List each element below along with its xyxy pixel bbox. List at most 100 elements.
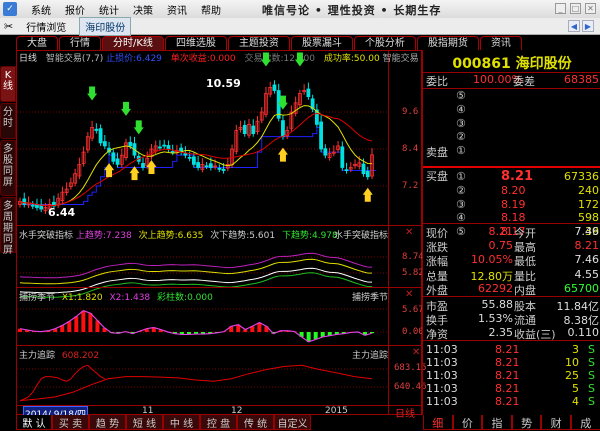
next-upper-trend: 次上趋势:6.635 [139,231,204,241]
period-switch[interactable]: 日线 [395,405,415,420]
candle [222,169,225,170]
tick-price: 8.21 [495,356,520,369]
bid-volume: 67336 [564,170,599,183]
candle [197,163,200,168]
tick-volume: 10 [565,356,579,369]
candle [281,121,284,137]
level-number: ② [456,130,466,143]
sell-signal-icon [261,53,271,67]
buy-level[interactable]: ③8.19172 [423,198,600,212]
fundamental-row: 换手1.53%流通8.38亿 [423,312,600,326]
sell-level: ⑤ [423,89,600,103]
tick-time: 11:03 [426,356,458,369]
quote-tab[interactable]: 成 [571,415,600,430]
season-bar [74,316,78,332]
weicha-label: 委差 [513,73,535,89]
quote-tab[interactable]: 势 [512,415,542,430]
tab-control[interactable]: 控 盘 [200,415,237,430]
fundamental-row: 市盈55.88股本11.84亿 [423,298,600,312]
stat-value: 0.75 [489,239,514,252]
tick-volume: 5 [572,382,579,395]
candle [209,164,212,168]
trend-panel-header: 水手突破指标 上趋势:7.238 次上趋势:6.635 次下趋势:5.601 下… [19,228,338,241]
tab-trend[interactable]: 趋 势 [89,415,126,430]
quote-tab[interactable]: 细 [423,415,453,430]
buy-level[interactable]: ① 8.21 67336 [423,170,600,184]
high-price-label: 10.59 [206,77,241,90]
tab-mid[interactable]: 中 线 [163,415,200,430]
season-bar [81,311,85,332]
candle [366,171,369,176]
fund-value: 55.88 [482,298,514,311]
tick-side: S [588,382,595,395]
buy-signal-icon [130,166,140,180]
season-line [20,311,372,342]
price-axis-label: 8.4 [402,144,418,154]
quote-tab[interactable]: 指 [482,415,512,430]
stat-row: 现价8.21今开7.46 [423,225,600,239]
tick-price: 8.21 [495,343,520,356]
candle [112,153,115,162]
level-number: ① [456,170,466,183]
candle [252,126,255,134]
level-number: ③ [456,198,466,211]
candle [23,199,26,205]
x1-value: X1:1.820 [62,293,103,303]
sell-signal-icon [134,120,144,134]
tab-custom[interactable]: 自定义 [274,415,311,430]
candle [116,159,119,165]
candle [307,89,310,97]
candle [163,145,166,146]
low-price-label: 6.44 [48,206,75,219]
tab-classic[interactable]: 传 统 [237,415,274,430]
mainforce-line [20,365,372,400]
season-bar [67,321,71,332]
stat-row: 外盘62292内盘65700 [423,282,600,296]
stat-value: 4.55 [575,268,600,281]
weibi-label: 委比 [426,73,448,89]
season-axis-label: 0.00 [402,327,424,337]
stat-value: 65700 [564,282,599,295]
close-panel-icon[interactable]: ✕ [405,289,413,300]
sell-level: ② [423,130,600,144]
tick-row: 11:03 8.21 10 S [423,356,600,370]
fund-value: 0.110 [568,326,600,339]
level-number: ② [456,184,466,197]
tab-default[interactable]: 默 认 [16,415,52,430]
candle [205,166,208,167]
tick-time: 11:03 [426,343,458,356]
candle [167,145,170,149]
indicator-name: 捕捞季节 [19,293,55,303]
fund-value: 1.53% [478,312,513,325]
close-panel-icon[interactable]: ✕ [405,227,413,238]
stat-value: 7.46 [575,225,600,238]
tab-trade[interactable]: 买 卖 [52,415,89,430]
tab-short[interactable]: 短 线 [126,415,163,430]
season-axis-label: 5.67 [402,305,424,315]
trend-axis-label: 5.82 [402,268,424,278]
bid-price: 8.21 [501,169,533,184]
quote-tab[interactable]: 价 [453,415,483,430]
quote-tab[interactable]: 财 [541,415,571,430]
mainforce-panel-header: 主力追踪 608.202 [19,348,99,361]
candle [324,149,327,155]
stat-value: 7.46 [575,253,600,266]
bid-price: 8.19 [501,198,526,211]
tick-price: 8.21 [495,395,520,408]
candle [243,125,246,133]
close-panel-icon[interactable]: ✕ [412,347,420,358]
weicha-value: 68385 [564,73,599,86]
candle [341,147,344,168]
tick-side: S [588,356,595,369]
candle [158,147,161,148]
candle [171,151,174,152]
sell-level: ③ [423,117,600,131]
candle [345,170,348,171]
sell-signal-icon [87,86,97,100]
buy-level[interactable]: ②8.20240 [423,184,600,198]
candle [103,142,106,146]
fund-value: 2.35 [489,326,514,339]
candle [192,157,195,165]
indicator-name-right: 水手突破指标 [334,228,388,241]
mainforce-value: 608.202 [62,351,99,361]
